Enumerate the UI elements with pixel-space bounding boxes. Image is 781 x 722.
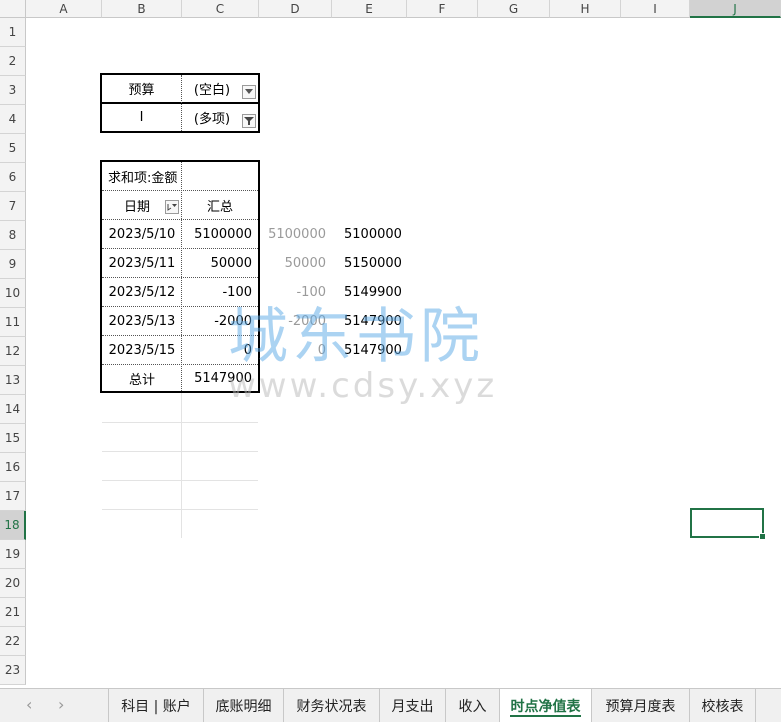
row-header-6[interactable]: 6 xyxy=(0,163,26,192)
gridline xyxy=(181,393,182,538)
tab-accounts[interactable]: 科目 | 账户 xyxy=(108,689,204,722)
pivot-amount-cell[interactable]: -2000 xyxy=(182,307,258,335)
column-header-a[interactable]: A xyxy=(26,0,102,18)
column-header-b[interactable]: B xyxy=(102,0,182,18)
pivot-date-cell[interactable]: 2023/5/10 xyxy=(102,220,182,248)
filter-border xyxy=(258,73,260,133)
column-header-f[interactable]: F xyxy=(407,0,478,18)
gridline xyxy=(102,480,258,481)
row-header-18[interactable]: 18 xyxy=(0,511,26,540)
row-header-3[interactable]: 3 xyxy=(0,76,26,105)
filter-icon xyxy=(244,117,254,125)
column-d-value[interactable]: 0 xyxy=(259,336,332,364)
filter-i-label: I xyxy=(139,110,144,125)
pivot-grand-total-label: 总计 xyxy=(128,372,155,388)
pivot-date-cell[interactable]: 2023/5/15 xyxy=(102,336,182,364)
column-d-value[interactable]: -100 xyxy=(259,278,332,306)
column-header-e[interactable]: E xyxy=(332,0,407,18)
tab-ledger-details[interactable]: 底账明细 xyxy=(204,689,284,722)
row-header-11[interactable]: 11 xyxy=(0,308,26,337)
column-header-g[interactable]: G xyxy=(478,0,550,18)
row-header-10[interactable]: 10 xyxy=(0,279,26,308)
chevron-down-icon xyxy=(245,89,253,94)
pivot-grand-total[interactable]: 5147900 xyxy=(182,365,258,391)
row-header-9[interactable]: 9 xyxy=(0,250,26,279)
tab-financial-status[interactable]: 财务状况表 xyxy=(284,689,380,722)
sort-filter-icon xyxy=(167,204,177,211)
pivot-amount-cell[interactable]: 5100000 xyxy=(182,220,258,248)
sheet-tab-bar: ‹ › 科目 | 账户 底账明细 财务状况表 月支出 收入 时点净值表 预算月度… xyxy=(0,688,781,722)
column-d-value[interactable]: -2000 xyxy=(259,307,332,335)
tab-point-in-time-net-worth[interactable]: 时点净值表 xyxy=(500,689,592,722)
gridline xyxy=(102,451,258,452)
pivot-sum-label: 求和项:金额 xyxy=(108,170,178,186)
row-header-19[interactable]: 19 xyxy=(0,540,26,569)
pivot-amount-cell[interactable]: 0 xyxy=(182,336,258,364)
row-header-21[interactable]: 21 xyxy=(0,598,26,627)
column-header-c[interactable]: C xyxy=(182,0,259,18)
column-d-value[interactable]: 5100000 xyxy=(259,220,332,248)
pivot-date-cell[interactable]: 2023/5/12 xyxy=(102,278,182,306)
pivot-sort-button[interactable] xyxy=(165,200,179,214)
row-header-22[interactable]: 22 xyxy=(0,627,26,656)
row-header-12[interactable]: 12 xyxy=(0,337,26,366)
row-header-13[interactable]: 13 xyxy=(0,366,26,395)
next-sheet-icon[interactable]: › xyxy=(58,695,64,714)
column-header-i[interactable]: I xyxy=(621,0,690,18)
column-e-value[interactable]: 5149900 xyxy=(338,278,413,306)
pivot-amount-cell[interactable]: 50000 xyxy=(182,249,258,277)
row-header-5[interactable]: 5 xyxy=(0,134,26,163)
row-header-20[interactable]: 20 xyxy=(0,569,26,598)
row-header-7[interactable]: 7 xyxy=(0,192,26,221)
column-header-j[interactable]: J xyxy=(690,0,781,18)
column-e-value[interactable]: 5100000 xyxy=(338,220,413,248)
pivot-date-header: 日期 xyxy=(123,199,150,215)
pivot-amount-cell[interactable]: -100 xyxy=(182,278,258,306)
filter-i-value[interactable]: (多项) xyxy=(182,104,242,131)
active-cell-selection[interactable] xyxy=(690,508,766,540)
row-header-15[interactable]: 15 xyxy=(0,424,26,453)
gridline xyxy=(102,509,258,510)
tab-monthly-expenses[interactable]: 月支出 xyxy=(380,689,446,722)
row-header-8[interactable]: 8 xyxy=(0,221,26,250)
column-e-value[interactable]: 5147900 xyxy=(338,307,413,335)
filter-border xyxy=(100,131,260,133)
pivot-date-cell[interactable]: 2023/5/13 xyxy=(102,307,182,335)
row-header-4[interactable]: 4 xyxy=(0,105,26,134)
tab-income[interactable]: 收入 xyxy=(446,689,500,722)
select-all-corner[interactable] xyxy=(0,0,26,18)
pivot-date-cell[interactable]: 2023/5/11 xyxy=(102,249,182,277)
column-d-value[interactable]: 50000 xyxy=(259,249,332,277)
row-header-2[interactable]: 2 xyxy=(0,47,26,76)
row-header-23[interactable]: 23 xyxy=(0,656,26,685)
row-header-1[interactable]: 1 xyxy=(0,18,26,47)
tab-verification[interactable]: 校核表 xyxy=(690,689,756,722)
column-header-h[interactable]: H xyxy=(550,0,621,18)
filter-dropdown-button[interactable] xyxy=(242,85,256,99)
watermark-url-text: www.cdsy.xyz xyxy=(228,366,498,406)
column-e-value[interactable]: 5147900 xyxy=(338,336,413,364)
column-e-value[interactable]: 5150000 xyxy=(338,249,413,277)
row-header-16[interactable]: 16 xyxy=(0,453,26,482)
previous-sheet-icon[interactable]: ‹ xyxy=(26,695,32,714)
pivot-border xyxy=(100,391,260,393)
spreadsheet-grid[interactable]: A B C D E F G H I J 1 2 3 4 5 6 7 8 9 10… xyxy=(0,0,781,688)
row-header-14[interactable]: 14 xyxy=(0,395,26,424)
pivot-total-header: 汇总 xyxy=(206,199,233,215)
row-header-17[interactable]: 17 xyxy=(0,482,26,511)
filter-budget-label: 预算 xyxy=(128,83,155,98)
filter-budget-value[interactable]: (空白) xyxy=(182,75,242,102)
gridline xyxy=(102,422,258,423)
column-header-d[interactable]: D xyxy=(259,0,332,18)
tab-monthly-budget[interactable]: 预算月度表 xyxy=(592,689,690,722)
filter-active-button[interactable] xyxy=(242,114,256,128)
